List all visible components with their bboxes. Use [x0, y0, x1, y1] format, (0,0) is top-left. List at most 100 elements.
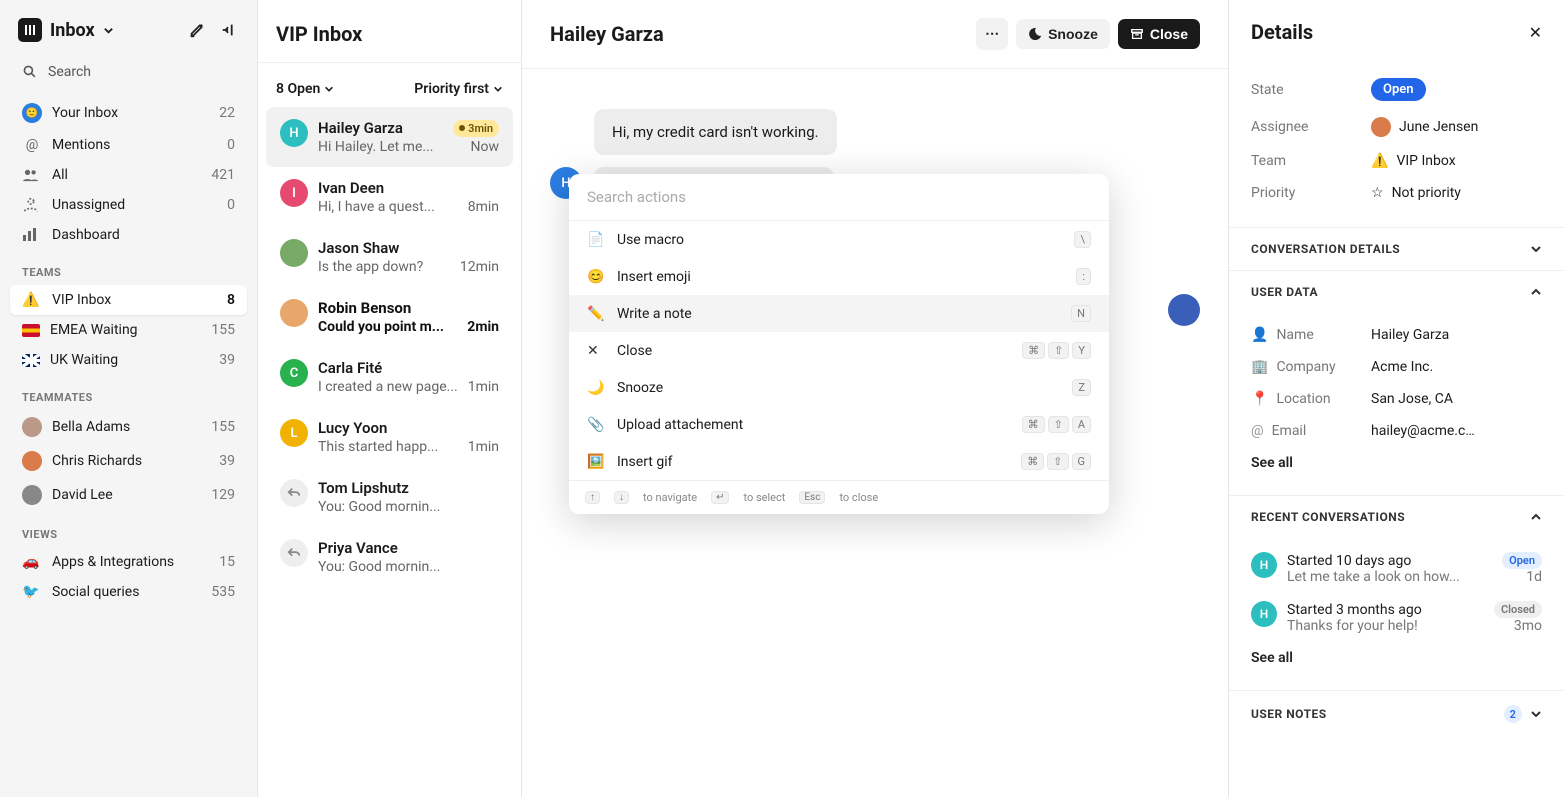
view-social[interactable]: 🐦Social queries 535	[10, 577, 247, 607]
conversation-item[interactable]: HHailey Garza3minHi Hailey. Let me...Now	[266, 107, 513, 167]
palette-item-icon: 😊	[587, 269, 603, 285]
conversation-preview: You: Good mornin...	[318, 559, 440, 575]
more-button[interactable]: ⋯	[976, 18, 1008, 50]
recent-subtitle: Thanks for your help!	[1287, 618, 1418, 634]
app-switcher[interactable]: Inbox	[18, 18, 114, 42]
avatar	[280, 539, 308, 567]
assignee-value[interactable]: June Jensen	[1371, 117, 1478, 137]
avatar: H	[1251, 552, 1277, 578]
conversation-item[interactable]: CCarla FitéI created a new page...1min	[266, 347, 513, 407]
chevron-down-icon	[103, 25, 114, 36]
recent-conversations-toggle[interactable]: RECENT CONVERSATIONS	[1229, 496, 1564, 538]
recent-conversation[interactable]: HStarted 3 months agoClosedThanks for yo…	[1251, 593, 1542, 642]
conversation-preview: Hi, I have a quest...	[318, 199, 435, 215]
user-company: Acme Inc.	[1371, 359, 1433, 375]
chevron-up-icon	[1530, 286, 1542, 298]
status-badge: Open	[1502, 552, 1542, 569]
person-icon: 👤	[1251, 327, 1268, 343]
nav-dashboard[interactable]: Dashboard	[10, 220, 247, 250]
view-apps[interactable]: 🚗Apps & Integrations 15	[10, 547, 247, 577]
views-heading: VIEWS	[10, 512, 247, 547]
nav-your-inbox[interactable]: 🙂 Your Inbox 22	[10, 96, 247, 130]
avatar	[280, 239, 308, 267]
close-details-button[interactable]: ✕	[1529, 23, 1542, 42]
priority-value[interactable]: ☆Not priority	[1371, 185, 1461, 201]
conversation-item[interactable]: Jason ShawIs the app down?12min	[266, 227, 513, 287]
chevron-up-icon	[1530, 511, 1542, 523]
command-palette: Search actions 📄Use macro\😊Insert emoji:…	[569, 174, 1109, 514]
palette-item[interactable]: 😊Insert emoji:	[569, 258, 1109, 295]
nav-all[interactable]: All 421	[10, 160, 247, 190]
team-emea[interactable]: EMEA Waiting 155	[10, 315, 247, 345]
conversation-name: Tom Lipshutz	[318, 479, 409, 497]
flag-es-icon	[22, 324, 40, 337]
sort-label: Priority first	[414, 81, 489, 97]
location-icon: 📍	[1251, 391, 1268, 407]
palette-search-input[interactable]: Search actions	[569, 174, 1109, 221]
state-badge[interactable]: Open	[1371, 78, 1426, 101]
conversation-item[interactable]: Priya VanceYou: Good mornin...	[266, 527, 513, 587]
recent-subtitle: Let me take a look on how...	[1287, 569, 1460, 585]
email-icon: @	[1251, 423, 1264, 439]
conversation-item[interactable]: LLucy YoonThis started happ...1min	[266, 407, 513, 467]
palette-item-label: Insert emoji	[617, 269, 691, 285]
conversation-item[interactable]: Tom Lipshutz You: Good mornin...	[266, 467, 513, 527]
palette-item[interactable]: ✕Close⌘⇧Y	[569, 332, 1109, 369]
conversation-preview: Could you point m...	[318, 319, 444, 335]
conversation-item[interactable]: Robin BensonCould you point m...2min	[266, 287, 513, 347]
snooze-button[interactable]: Snooze	[1016, 19, 1110, 49]
user-email: hailey@acme.c…	[1371, 423, 1475, 439]
palette-item[interactable]: 📄Use macro\	[569, 221, 1109, 258]
compose-button[interactable]	[187, 20, 207, 40]
conversation-details-toggle[interactable]: CONVERSATION DETAILS	[1229, 228, 1564, 270]
user-name: Hailey Garza	[1371, 327, 1449, 343]
nav-count: 15	[219, 554, 235, 570]
user-notes-toggle[interactable]: USER NOTES 2	[1229, 691, 1564, 737]
nav-unassigned[interactable]: Unassigned 0	[10, 190, 247, 220]
see-all-link[interactable]: See all	[1251, 447, 1542, 477]
section-heading: RECENT CONVERSATIONS	[1251, 510, 1405, 524]
nav-label: Mentions	[52, 137, 110, 153]
section-heading: USER NOTES	[1251, 707, 1327, 721]
team-vip-inbox[interactable]: ⚠️ VIP Inbox 8	[10, 285, 247, 315]
avatar	[22, 485, 42, 505]
nav-count: 39	[219, 352, 235, 368]
status-badge: Closed	[1494, 601, 1542, 618]
conversation-time: 2min	[467, 319, 499, 335]
nav-mentions[interactable]: @ Mentions 0	[10, 130, 247, 160]
palette-shortcut: ⌘⇧G	[1021, 453, 1091, 470]
user-location: San Jose, CA	[1371, 391, 1453, 407]
nav-label: All	[52, 167, 68, 183]
nav-count: 22	[219, 105, 235, 121]
conversation-item[interactable]: IIvan DeenHi, I have a quest...8min	[266, 167, 513, 227]
teammate-chris[interactable]: Chris Richards 39	[10, 444, 247, 478]
people-icon	[22, 168, 42, 182]
palette-item[interactable]: ✏️Write a noteN	[569, 295, 1109, 332]
palette-hint: to close	[839, 491, 878, 504]
palette-item[interactable]: 🌙SnoozeZ	[569, 369, 1109, 406]
collapse-sidebar-button[interactable]	[219, 20, 239, 40]
teammate-bella[interactable]: Bella Adams 155	[10, 410, 247, 444]
recent-conversation[interactable]: HStarted 10 days agoOpenLet me take a lo…	[1251, 544, 1542, 593]
team-uk[interactable]: UK Waiting 39	[10, 345, 247, 375]
avatar	[280, 479, 308, 507]
nav-label: Your Inbox	[52, 105, 118, 121]
agent-avatar	[1168, 294, 1200, 326]
close-button[interactable]: Close	[1118, 19, 1200, 49]
sort-filter[interactable]: Priority first	[414, 81, 503, 97]
team-value[interactable]: ⚠️VIP Inbox	[1371, 153, 1456, 169]
palette-item[interactable]: 📎Upload attachement⌘⇧A	[569, 406, 1109, 443]
open-filter[interactable]: 8 Open	[276, 81, 334, 97]
conversation-preview: You: Good mornin...	[318, 499, 440, 515]
conversation-time: 12min	[460, 259, 499, 275]
teammate-david[interactable]: David Lee 129	[10, 478, 247, 512]
warning-icon: ⚠️	[22, 292, 42, 308]
nav-count: 8	[227, 292, 235, 308]
avatar: C	[280, 359, 308, 387]
user-data-toggle[interactable]: USER DATA	[1229, 271, 1564, 313]
palette-item[interactable]: 🖼️Insert gif⌘⇧G	[569, 443, 1109, 480]
search-input[interactable]: Search	[10, 56, 247, 88]
sla-badge: 3min	[453, 120, 499, 137]
see-all-link[interactable]: See all	[1251, 642, 1542, 672]
nav-label: VIP Inbox	[52, 292, 111, 308]
